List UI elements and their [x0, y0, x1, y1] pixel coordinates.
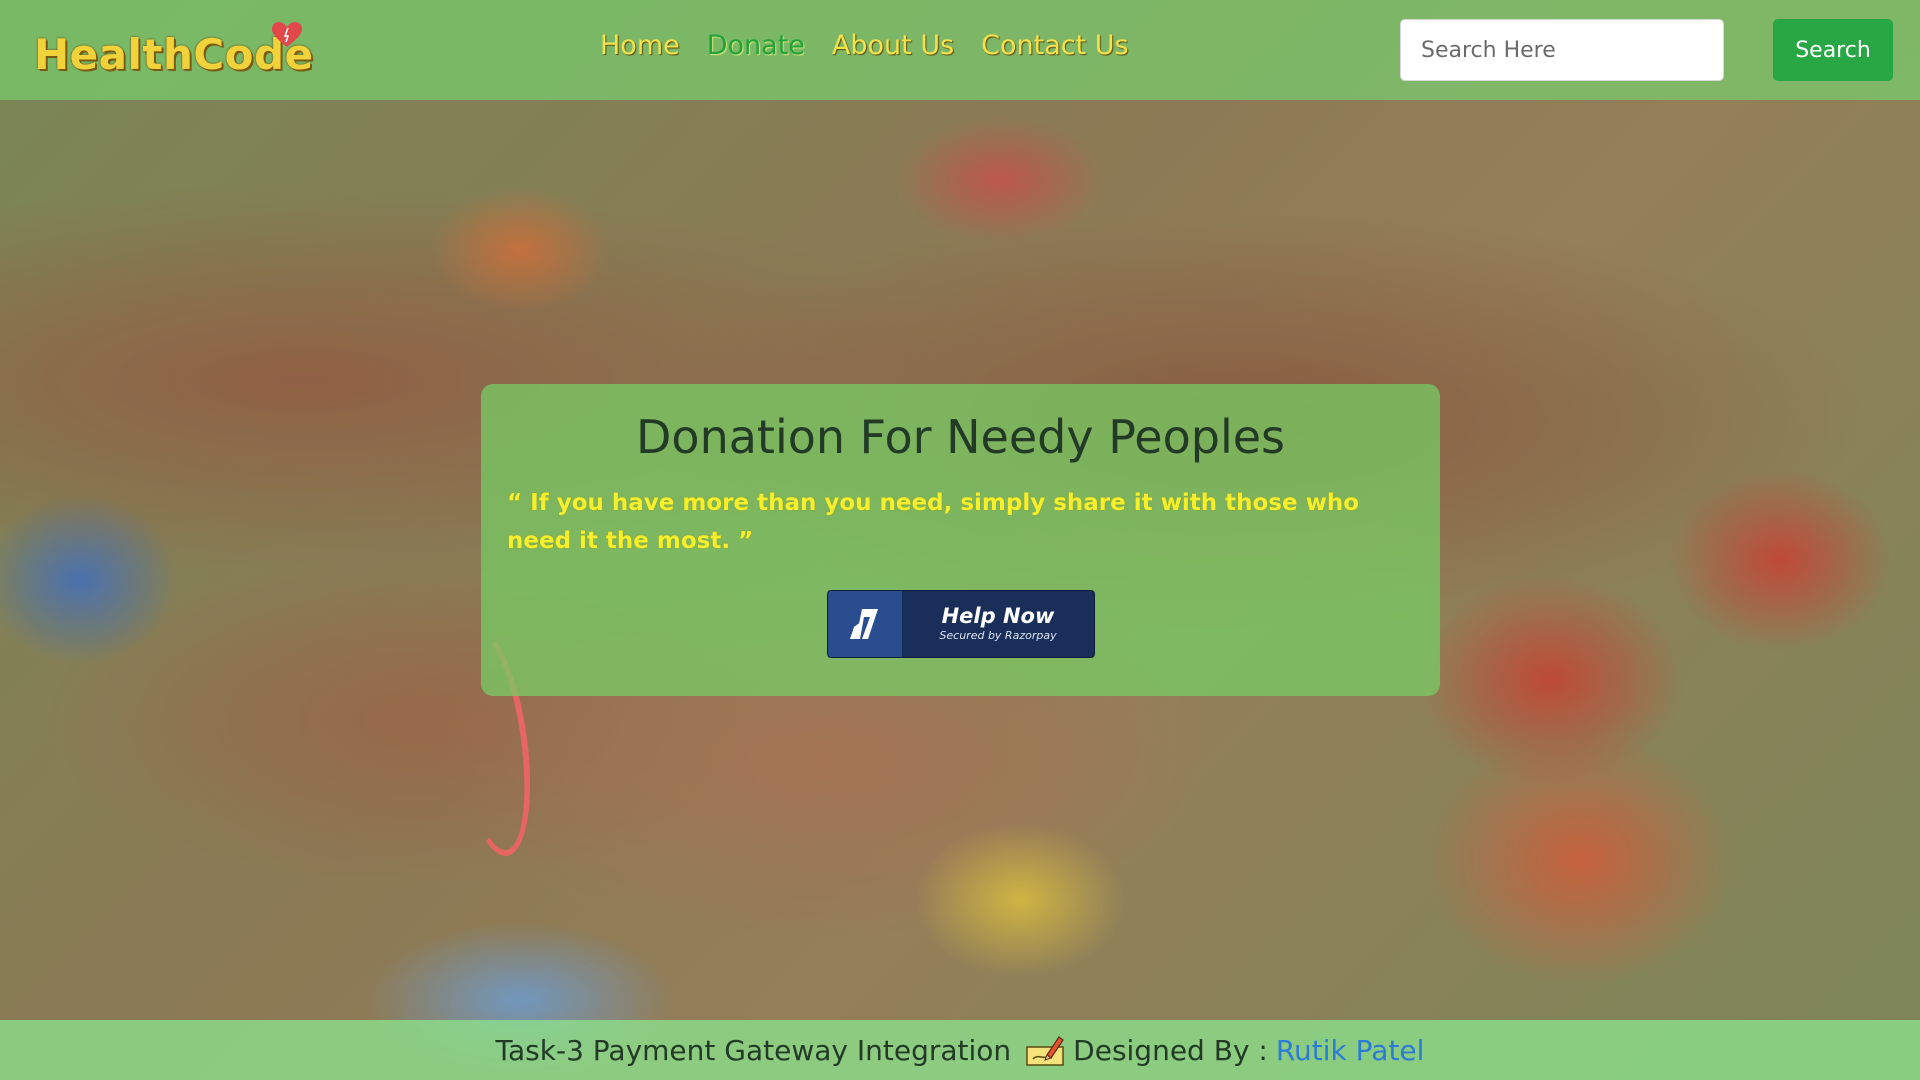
nav-links: Home Donate About Us Contact Us: [600, 30, 1129, 61]
help-now-text: Help Now Secured by Razorpay: [902, 591, 1094, 657]
page: HealthCode Home Donate About Us Contact …: [0, 0, 1920, 1080]
navbar: HealthCode Home Donate About Us Contact …: [0, 0, 1920, 100]
razorpay-icon: [828, 591, 902, 657]
nav-donate[interactable]: Donate: [707, 30, 805, 61]
donation-card: Donation For Needy Peoples “ If you have…: [481, 384, 1440, 696]
help-now-button[interactable]: Help Now Secured by Razorpay: [827, 590, 1095, 658]
quote-text: If you have more than you need, simply s…: [507, 490, 1360, 554]
search-button[interactable]: Search: [1773, 19, 1893, 81]
help-now-subtitle: Secured by Razorpay: [939, 629, 1057, 642]
help-now-label: Help Now: [941, 604, 1055, 628]
search-input[interactable]: [1400, 19, 1724, 81]
quote-open-mark: “: [507, 490, 523, 516]
footer-credit-label: Designed By :: [1073, 1033, 1268, 1067]
nav-contact-us[interactable]: Contact Us: [981, 30, 1128, 61]
nav-about-us[interactable]: About Us: [832, 30, 954, 61]
pencil-writing-icon: [1025, 1033, 1065, 1067]
footer-task-text: Task-3 Payment Gateway Integration: [495, 1033, 1012, 1067]
nav-home[interactable]: Home: [600, 30, 680, 61]
quote-close-mark: ”: [738, 528, 754, 554]
footer-author-link[interactable]: Rutik Patel: [1276, 1034, 1425, 1067]
donation-title: Donation For Needy Peoples: [636, 410, 1285, 464]
donation-quote: “ If you have more than you need, simply…: [507, 484, 1387, 560]
heart-icon: [272, 22, 302, 48]
footer: Task-3 Payment Gateway Integration Desig…: [0, 1020, 1920, 1080]
